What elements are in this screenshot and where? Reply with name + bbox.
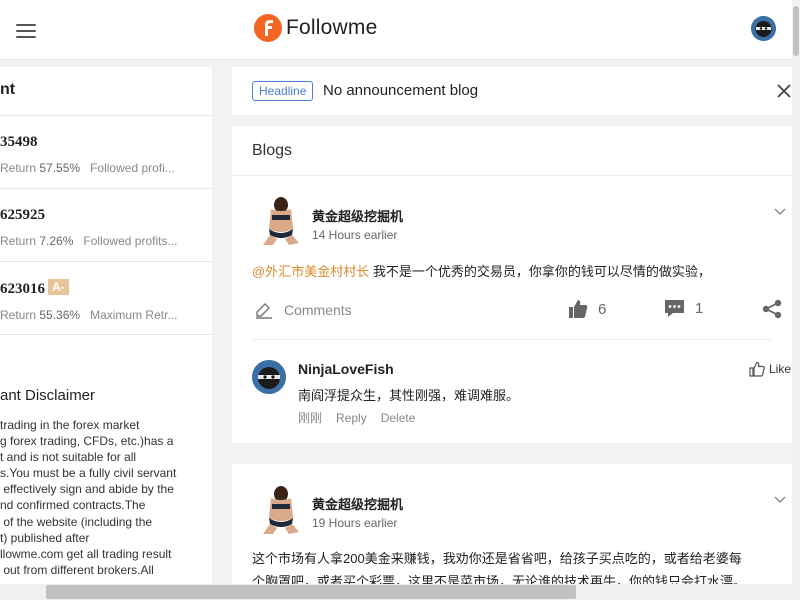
grade-badge: A-: [48, 279, 69, 295]
share-icon[interactable]: [762, 299, 783, 319]
comment-time: 刚刚: [298, 411, 323, 425]
edit-icon: [256, 303, 272, 319]
section-title: Blogs: [252, 142, 293, 159]
thumbs-up-icon: [569, 300, 588, 318]
top-navbar: Followme: [0, 0, 792, 60]
left-ranking-panel: nt 35498 Return 57.55% Followed profi...…: [0, 67, 212, 600]
close-icon[interactable]: [777, 84, 791, 98]
author-name[interactable]: 黄金超级挖掘机: [312, 206, 403, 225]
divider: [252, 339, 772, 340]
post-time: 14 Hours earlier: [312, 228, 398, 242]
divider: [0, 115, 212, 116]
commenter-avatar[interactable]: [252, 360, 286, 394]
divider: [232, 175, 792, 176]
menu-icon[interactable]: [16, 24, 36, 38]
scrollbar-thumb[interactable]: [793, 6, 799, 56]
thumbs-up-outline-icon: [749, 361, 765, 377]
divider: [0, 261, 212, 262]
headline-badge: Headline: [252, 81, 314, 101]
announcement-text: No announcement blog: [323, 82, 479, 99]
trader-stats: Return 55.36% Maximum Retr...: [0, 308, 178, 322]
announcement-bar: Headline No announcement blog: [232, 67, 792, 115]
author-avatar[interactable]: [257, 195, 301, 245]
disclaimer-body: trading in the forex market g forex trad…: [0, 418, 177, 577]
followme-logo-icon: [254, 14, 282, 42]
post-text: 这个市场有人拿200美金来赚钱，我劝你还是省省吧，给孩子买点吃的，或者给老婆每: [252, 551, 742, 566]
trader-item[interactable]: 625925 Return 7.26% Followed profits...: [0, 207, 212, 248]
author-name[interactable]: 黄金超级挖掘机: [312, 494, 403, 513]
panel-title: nt: [0, 81, 16, 98]
horizontal-scrollbar[interactable]: [0, 584, 792, 600]
mention-link[interactable]: @外汇市美金村村长: [252, 264, 369, 279]
chevron-down-icon[interactable]: [774, 208, 786, 216]
trader-id: 623016 A-: [0, 279, 212, 298]
trader-stats: Return 57.55% Followed profi...: [0, 161, 175, 175]
vertical-scrollbar[interactable]: [792, 0, 800, 600]
user-avatar[interactable]: [751, 16, 776, 41]
trader-id: 35498: [0, 134, 38, 150]
scrollbar-thumb[interactable]: [46, 585, 576, 599]
comments-button[interactable]: Comments: [254, 301, 352, 319]
divider: [0, 188, 212, 189]
trader-item[interactable]: 35498 Return 57.55% Followed profi...: [0, 134, 212, 175]
blog-post: 黄金超级挖掘机 19 Hours earlier 这个市场有人拿200美金来赚钱…: [232, 464, 792, 600]
trader-stats: Return 7.26% Followed profits...: [0, 234, 178, 248]
post-text: @外汇市美金村村长 我不是一个优秀的交易员，你拿你的钱可以尽情的做实验，: [252, 264, 711, 279]
like-button[interactable]: 6: [568, 299, 606, 319]
comment-like-button[interactable]: Like: [749, 361, 791, 377]
comment-meta: 刚刚 Reply Delete: [298, 409, 429, 426]
reply-link[interactable]: Reply: [336, 411, 367, 425]
chevron-down-icon[interactable]: [774, 496, 786, 504]
comment-icon: [665, 300, 684, 317]
blogs-section: Blogs 黄金超级挖掘机 14 Hours earlier @外汇市美金村村长…: [232, 126, 792, 443]
author-avatar[interactable]: [257, 484, 301, 534]
post-time: 19 Hours earlier: [312, 516, 398, 530]
comment-count-button[interactable]: 1: [664, 299, 703, 318]
commenter-name[interactable]: NinjaLoveFish: [298, 361, 394, 377]
trader-item[interactable]: 623016 A- Return 55.36% Maximum Retr...: [0, 279, 212, 322]
divider: [0, 334, 212, 335]
comment-text: 南阎浮提众生，其性刚强，难调难服。: [298, 388, 520, 403]
logo-text: Followme: [286, 16, 378, 39]
trader-id: 625925: [0, 207, 45, 223]
disclaimer-title: ant Disclaimer: [0, 387, 96, 404]
followme-logo[interactable]: Followme: [254, 14, 377, 42]
delete-link[interactable]: Delete: [381, 411, 416, 425]
